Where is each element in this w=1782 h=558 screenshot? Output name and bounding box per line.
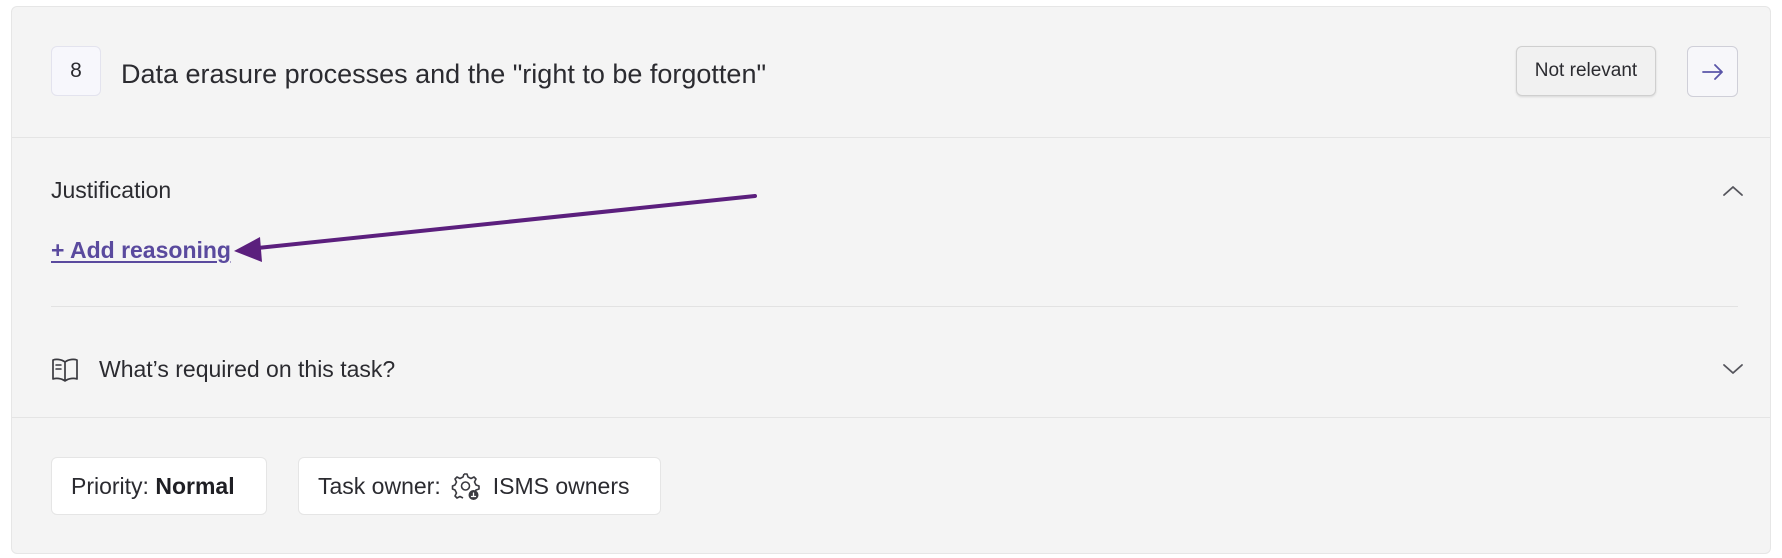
task-header: 8 Data erasure processes and the "right …: [12, 7, 1770, 138]
chevron-up-icon[interactable]: [1721, 183, 1745, 199]
arrow-right-icon: [1701, 63, 1723, 80]
justification-heading: Justification: [51, 177, 172, 203]
task-number: 8: [70, 59, 82, 82]
task-owner-pill[interactable]: Task owner: ISMS owners: [298, 457, 661, 515]
priority-value: Normal: [155, 472, 235, 499]
requirements-heading: What’s required on this task?: [99, 356, 396, 382]
add-reasoning-link[interactable]: + Add reasoning: [51, 239, 231, 262]
section-divider: [51, 306, 1738, 307]
priority-pill[interactable]: Priority: Normal: [51, 457, 267, 515]
next-task-button[interactable]: [1687, 46, 1738, 97]
task-card: 8 Data erasure processes and the "right …: [11, 6, 1771, 554]
task-number-badge: 8: [51, 46, 101, 96]
task-owner-value: ISMS owners: [492, 472, 630, 499]
book-open-icon: [52, 358, 78, 382]
task-title: Data erasure processes and the "right to…: [121, 59, 767, 89]
users-gear-icon: [451, 473, 480, 500]
chevron-down-icon[interactable]: [1721, 361, 1745, 377]
footer-divider: [12, 417, 1770, 418]
not-relevant-button[interactable]: Not relevant: [1516, 46, 1656, 96]
priority-label: Priority:: [71, 472, 149, 499]
task-owner-label: Task owner:: [318, 472, 441, 499]
